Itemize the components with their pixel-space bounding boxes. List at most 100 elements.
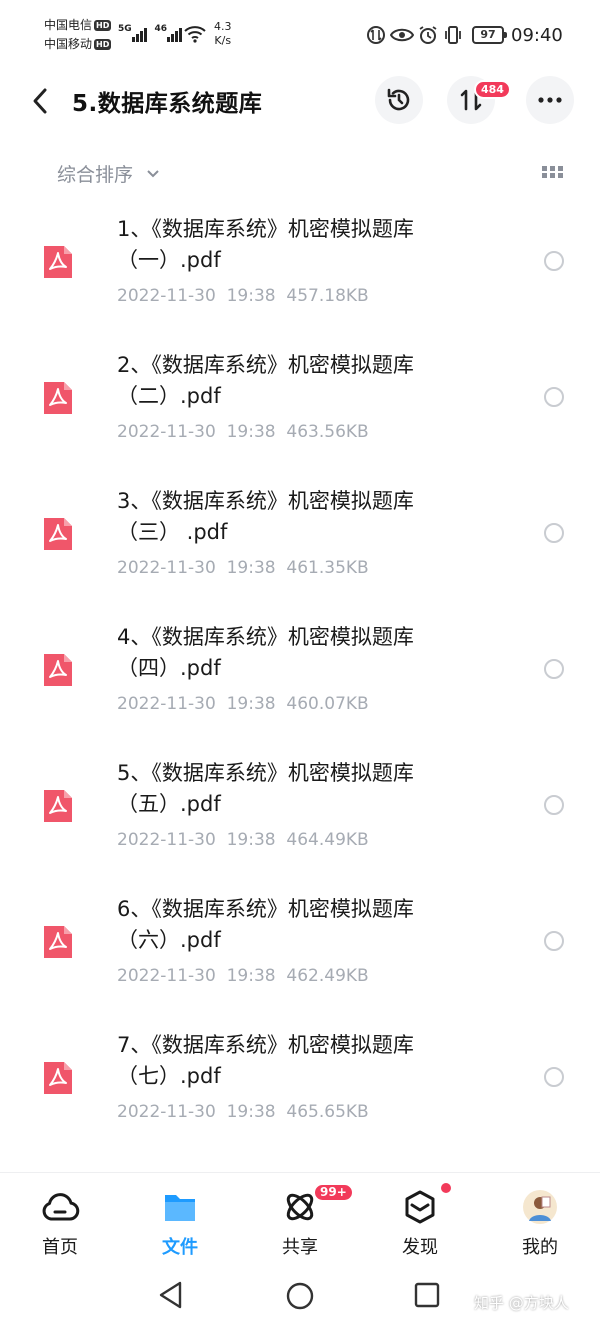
file-date: 2022-11-30 [117, 558, 216, 578]
file-time: 19:38 [226, 422, 276, 442]
file-name: 5、《数据库系统》机密模拟题库 （五）.pdf [117, 758, 477, 820]
bottom-tab-bar: 首页 文件 共享 99+ 发现 我的 [0, 1172, 600, 1272]
battery-indicator: 97 [472, 26, 507, 44]
back-icon[interactable] [28, 86, 54, 116]
file-meta: 2022-11-30 19:38 465.65KB [117, 1102, 369, 1122]
file-name-line2: （四）.pdf [117, 656, 221, 680]
avatar [523, 1190, 557, 1224]
file-meta: 2022-11-30 19:38 463.56KB [117, 422, 369, 442]
tab-home-label: 首页 [42, 1237, 78, 1258]
file-name: 3、《数据库系统》机密模拟题库 （三） .pdf [117, 486, 477, 548]
folder-icon [165, 1195, 195, 1221]
file-row[interactable]: 7、《数据库系统》机密模拟题库 （七）.pdf 2022-11-30 19:38 4… [0, 1012, 600, 1148]
file-name-line2: （六）.pdf [117, 928, 221, 952]
file-name: 7、《数据库系统》机密模拟题库 （七）.pdf [117, 1030, 477, 1092]
file-name-line1: 7、《数据库系统》机密模拟题库 [117, 1033, 414, 1057]
sort-label: 综合排序 [57, 164, 134, 186]
chevron-down-icon [147, 170, 159, 178]
history-button[interactable] [375, 76, 423, 124]
tab-home[interactable]: 首页 [20, 1189, 100, 1259]
cloud-home-icon [42, 1193, 80, 1221]
page-title: 5.数据库系统题库 [72, 91, 263, 117]
file-name-line1: 3、《数据库系统》机密模拟题库 [117, 489, 414, 513]
select-checkbox[interactable] [544, 387, 564, 407]
vibrate-icon [445, 26, 461, 44]
select-checkbox[interactable] [544, 795, 564, 815]
nav-back-icon[interactable] [158, 1280, 184, 1310]
share-badge: 99+ [313, 1183, 354, 1202]
file-date: 2022-11-30 [117, 422, 216, 442]
data-saver-icon [367, 26, 385, 44]
file-time: 19:38 [226, 694, 276, 714]
file-time: 19:38 [226, 966, 276, 986]
network-speed: 4.3 K/s [214, 20, 232, 47]
tab-mine[interactable]: 我的 [500, 1189, 580, 1259]
file-name-line1: 1、《数据库系统》机密模拟题库 [117, 217, 414, 241]
pdf-file-icon [44, 1062, 72, 1094]
history-icon [387, 88, 410, 111]
file-size: 464.49KB [286, 830, 369, 850]
file-size: 462.49KB [286, 966, 369, 986]
file-date: 2022-11-30 [117, 694, 216, 714]
grid-view-icon[interactable] [542, 164, 564, 180]
signal-icon: 5G 46 [118, 24, 183, 42]
file-row[interactable]: 5、《数据库系统》机密模拟题库 （五）.pdf 2022-11-30 19:38 4… [0, 740, 600, 876]
tab-share-label: 共享 [282, 1237, 318, 1258]
select-checkbox[interactable] [544, 251, 564, 271]
watermark: 知乎 @方块人 [474, 1294, 569, 1312]
select-checkbox[interactable] [544, 659, 564, 679]
file-size: 457.18KB [286, 286, 369, 306]
file-row[interactable]: 2、《数据库系统》机密模拟题库 （二）.pdf 2022-11-30 19:38 4… [0, 332, 600, 468]
cube-discover-icon [405, 1190, 435, 1224]
pdf-file-icon [44, 382, 72, 414]
select-checkbox[interactable] [544, 1067, 564, 1087]
clock: 09:40 [511, 25, 563, 46]
select-checkbox[interactable] [544, 523, 564, 543]
file-name-line2: （一）.pdf [117, 248, 221, 272]
tab-discover-label: 发现 [402, 1237, 438, 1258]
pdf-file-icon [44, 790, 72, 822]
file-meta: 2022-11-30 19:38 462.49KB [117, 966, 369, 986]
file-time: 19:38 [226, 1102, 276, 1122]
file-row[interactable]: 4、《数据库系统》机密模拟题库 （四）.pdf 2022-11-30 19:38 4… [0, 604, 600, 740]
sort-dropdown[interactable]: 综合排序 [57, 160, 159, 187]
file-size: 460.07KB [286, 694, 369, 714]
wifi-icon [184, 26, 206, 43]
file-name-line2: （二）.pdf [117, 384, 221, 408]
file-name: 6、《数据库系统》机密模拟题库 （六）.pdf [117, 894, 477, 956]
file-name-line1: 5、《数据库系统》机密模拟题库 [117, 761, 414, 785]
file-row[interactable]: 1、《数据库系统》机密模拟题库 （一）.pdf 2022-11-30 19:38 4… [0, 196, 600, 332]
carrier-2: 中国移动 HD [44, 37, 112, 51]
status-bar: 中国电信 HD 中国移动 HD 5G 46 4.3 K/s 97 09:40 [0, 0, 600, 70]
tab-files[interactable]: 文件 [140, 1189, 220, 1259]
pdf-file-icon [44, 926, 72, 958]
nav-recents-icon[interactable] [414, 1282, 440, 1308]
file-date: 2022-11-30 [117, 1102, 216, 1122]
transfer-badge: 484 [474, 80, 511, 99]
more-button[interactable] [526, 76, 574, 124]
pdf-file-icon [44, 518, 72, 550]
file-time: 19:38 [226, 558, 276, 578]
file-name-line2: （五）.pdf [117, 792, 221, 816]
select-checkbox[interactable] [544, 931, 564, 951]
tab-discover[interactable]: 发现 [380, 1189, 460, 1259]
file-row[interactable]: 6、《数据库系统》机密模拟题库 （六）.pdf 2022-11-30 19:38 4… [0, 876, 600, 1012]
discover-dot [441, 1183, 451, 1193]
carrier-1: 中国电信 HD [44, 18, 112, 32]
eye-icon [390, 28, 414, 42]
nav-home-icon[interactable] [286, 1282, 314, 1310]
file-size: 465.65KB [286, 1102, 369, 1122]
alarm-icon [419, 26, 437, 44]
file-name-line1: 2、《数据库系统》机密模拟题库 [117, 353, 414, 377]
tab-files-label: 文件 [162, 1237, 198, 1258]
file-name: 1、《数据库系统》机密模拟题库 （一）.pdf [117, 214, 477, 276]
file-name: 4、《数据库系统》机密模拟题库 （四）.pdf [117, 622, 477, 684]
file-name-line2: （七）.pdf [117, 1064, 221, 1088]
more-icon [538, 97, 562, 103]
pdf-file-icon [44, 246, 72, 278]
file-date: 2022-11-30 [117, 830, 216, 850]
file-name: 2、《数据库系统》机密模拟题库 （二）.pdf [117, 350, 477, 412]
file-date: 2022-11-30 [117, 966, 216, 986]
file-row[interactable]: 3、《数据库系统》机密模拟题库 （三） .pdf 2022-11-30 19:38 … [0, 468, 600, 604]
pdf-file-icon [44, 654, 72, 686]
